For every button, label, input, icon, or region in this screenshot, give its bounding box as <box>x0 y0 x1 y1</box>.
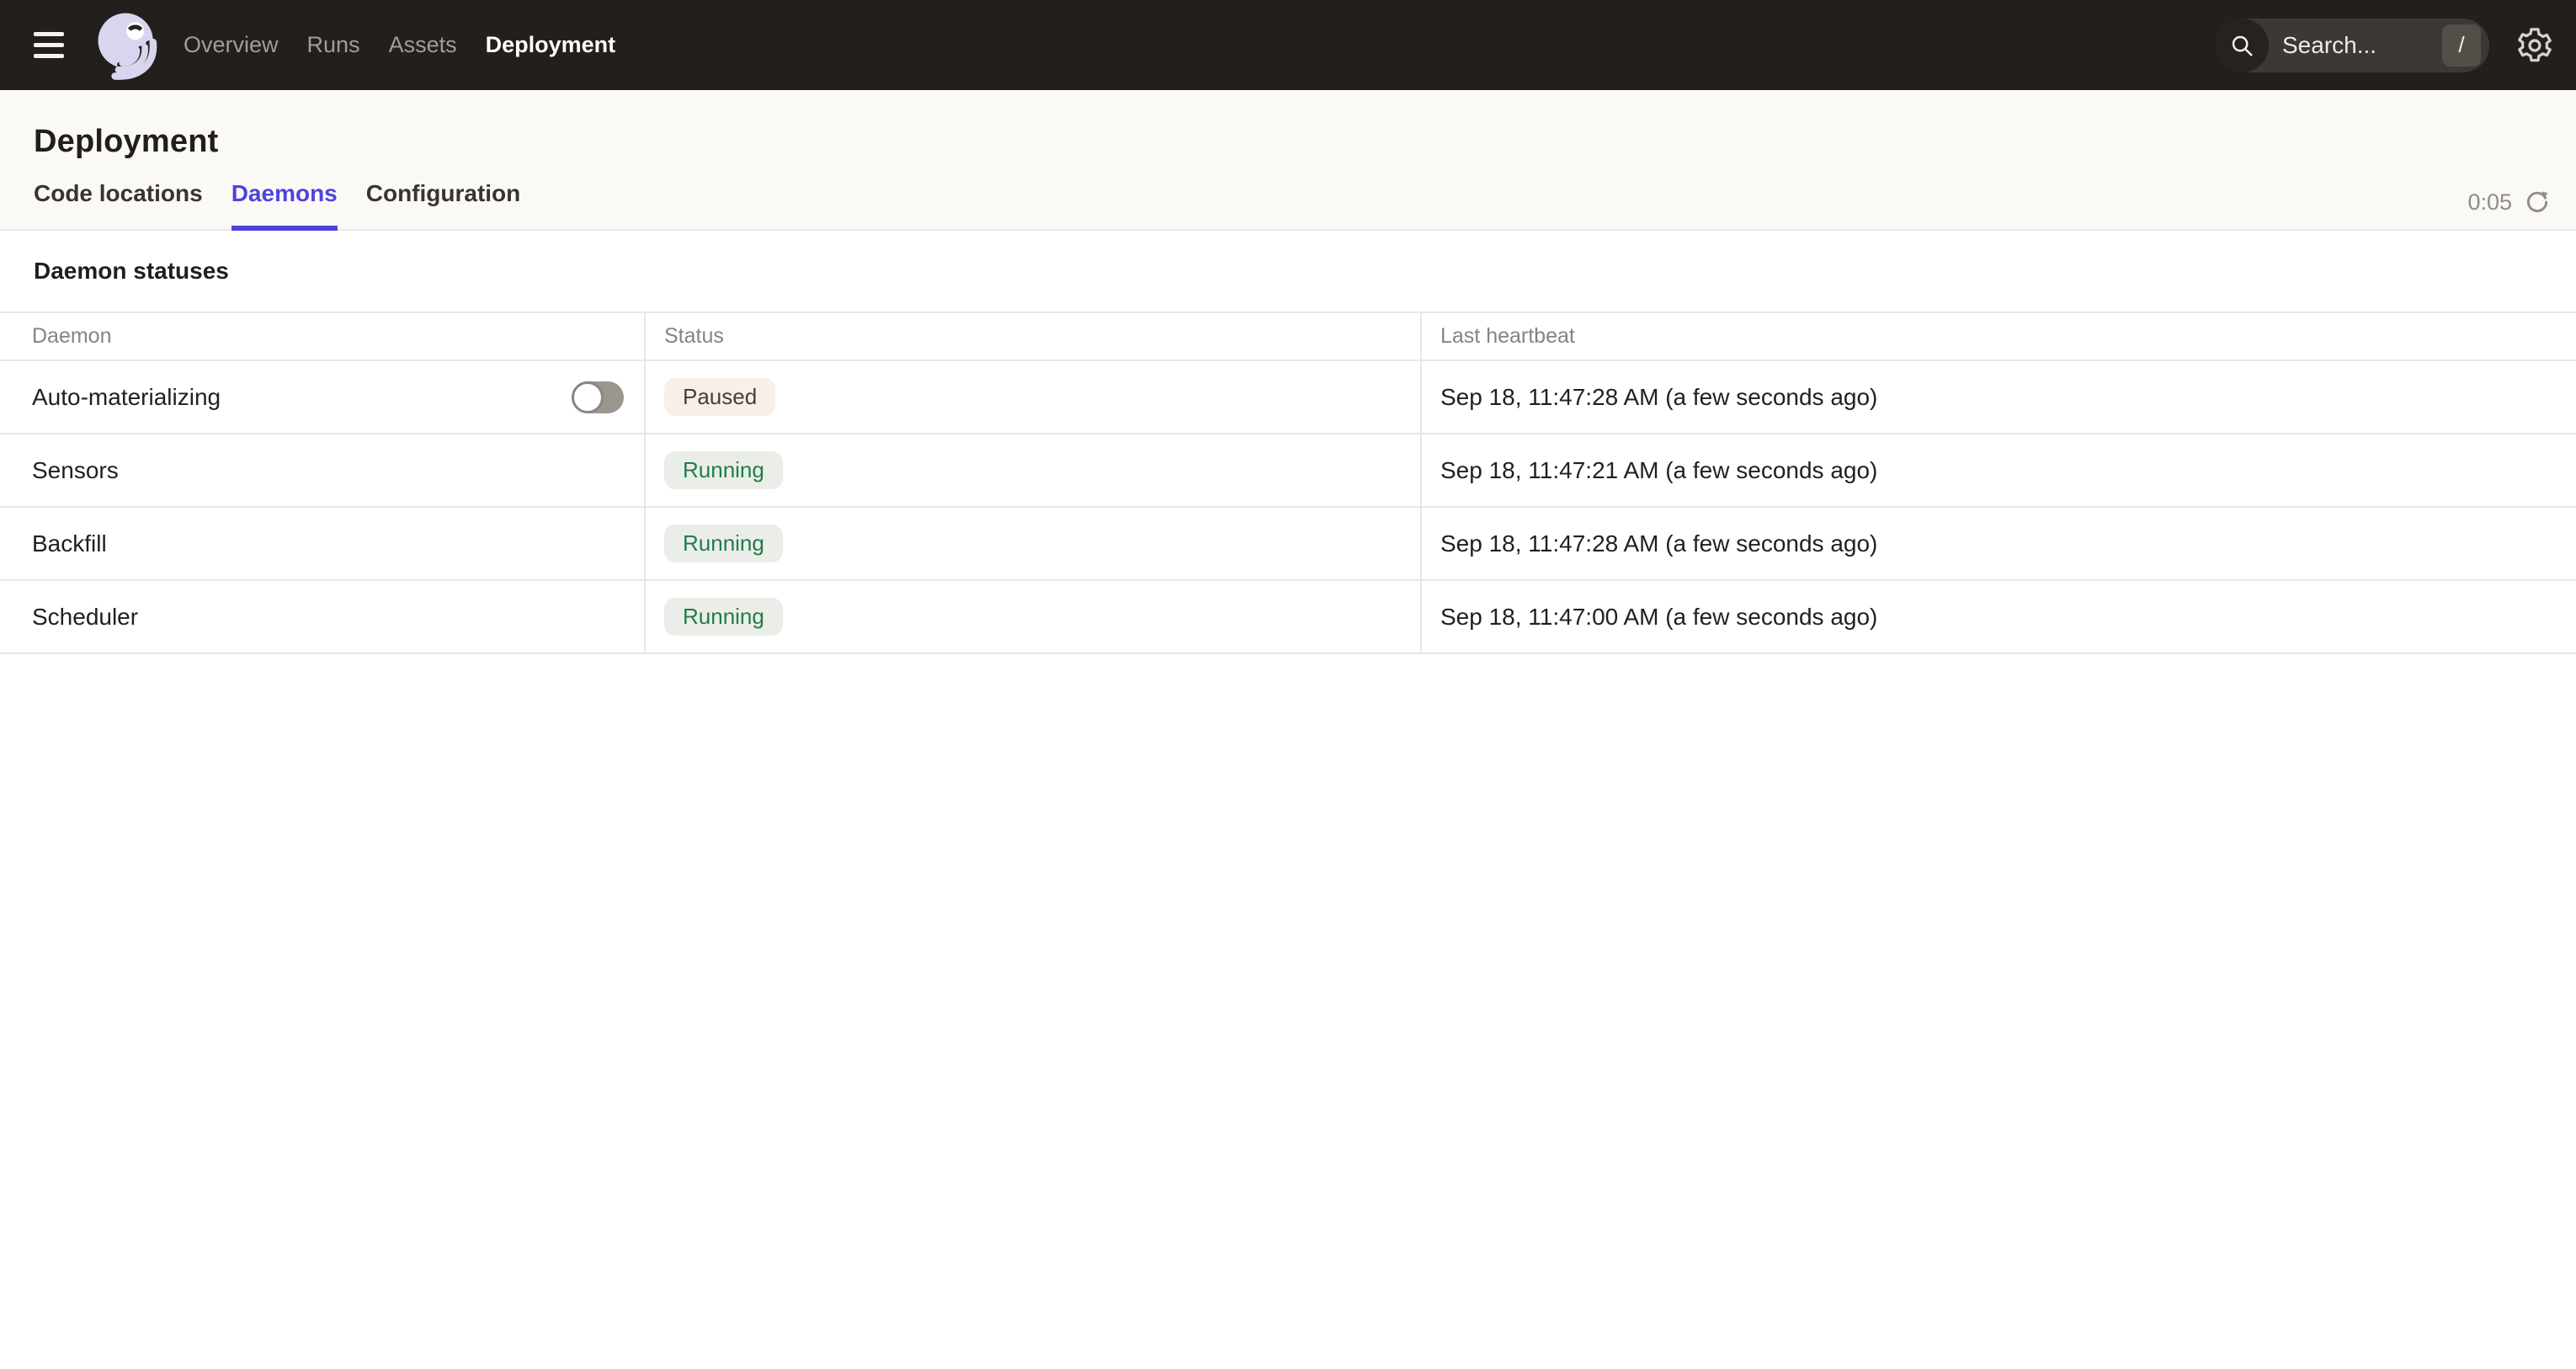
section-heading: Daemon statuses <box>34 258 2576 285</box>
column-header-last-heartbeat: Last heartbeat <box>1420 313 2576 360</box>
daemon-name: Auto-materializing <box>32 384 221 411</box>
daemon-name: Sensors <box>32 457 119 484</box>
page-header: Deployment Code locations Daemons Config… <box>0 90 2576 231</box>
search-input[interactable]: Search... / <box>2215 19 2489 72</box>
table-row-sensors: Sensors Running Sep 18, 11:47:21 AM (a f… <box>0 434 2576 508</box>
nav-assets[interactable]: Assets <box>389 32 457 58</box>
daemon-name: Scheduler <box>32 604 138 631</box>
column-header-status: Status <box>644 313 1420 360</box>
dagster-logo-icon[interactable] <box>88 5 168 86</box>
tab-code-locations[interactable]: Code locations <box>34 180 203 229</box>
last-heartbeat: Sep 18, 11:47:21 AM (a few seconds ago) <box>1440 457 1877 484</box>
page-title: Deployment <box>0 90 2576 160</box>
tab-daemons[interactable]: Daemons <box>232 180 338 229</box>
tabs: Code locations Daemons Configuration <box>0 180 520 229</box>
table-header: Daemon Status Last heartbeat <box>0 313 2576 361</box>
status-badge: Running <box>664 598 783 636</box>
toggle-knob <box>572 381 604 413</box>
main-nav: Overview Runs Assets Deployment <box>184 32 615 58</box>
nav-deployment[interactable]: Deployment <box>486 32 616 58</box>
refresh-countdown: 0:05 <box>2467 189 2512 216</box>
daemon-table: Daemon Status Last heartbeat Auto-materi… <box>0 312 2576 654</box>
daemon-name: Backfill <box>32 530 107 557</box>
tab-configuration[interactable]: Configuration <box>366 180 521 229</box>
status-badge: Running <box>664 525 783 562</box>
search-shortcut-key: / <box>2442 24 2481 67</box>
refresh-control: 0:05 <box>2467 189 2576 229</box>
last-heartbeat: Sep 18, 11:47:00 AM (a few seconds ago) <box>1440 604 1877 631</box>
table-row-scheduler: Scheduler Running Sep 18, 11:47:00 AM (a… <box>0 581 2576 654</box>
status-badge: Running <box>664 451 783 489</box>
table-row-auto-materializing: Auto-materializing Paused Sep 18, 11:47:… <box>0 361 2576 434</box>
table-row-backfill: Backfill Running Sep 18, 11:47:28 AM (a … <box>0 508 2576 581</box>
last-heartbeat: Sep 18, 11:47:28 AM (a few seconds ago) <box>1440 384 1877 411</box>
settings-gear-icon[interactable] <box>2515 25 2555 66</box>
menu-icon[interactable] <box>34 32 66 58</box>
last-heartbeat: Sep 18, 11:47:28 AM (a few seconds ago) <box>1440 530 1877 557</box>
status-badge: Paused <box>664 378 775 416</box>
search-placeholder: Search... <box>2282 32 2442 59</box>
nav-overview[interactable]: Overview <box>184 32 279 58</box>
column-header-daemon: Daemon <box>0 313 644 360</box>
top-navbar: Overview Runs Assets Deployment Search..… <box>0 0 2576 90</box>
refresh-icon[interactable] <box>2524 189 2551 216</box>
nav-runs[interactable]: Runs <box>307 32 360 58</box>
main-content: Daemon statuses Daemon Status Last heart… <box>0 258 2576 654</box>
table-body: Auto-materializing Paused Sep 18, 11:47:… <box>0 361 2576 654</box>
auto-materialize-toggle[interactable] <box>572 381 624 413</box>
search-icon <box>2215 19 2269 72</box>
